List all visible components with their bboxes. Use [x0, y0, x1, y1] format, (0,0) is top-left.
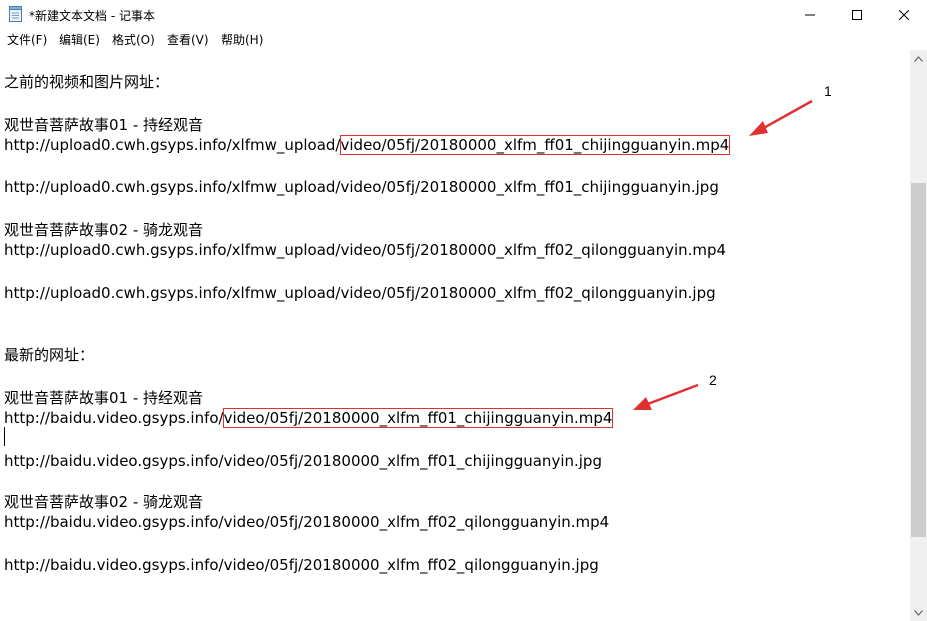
scroll-down-button[interactable]	[910, 604, 927, 621]
annotation-layer	[633, 99, 813, 410]
chevron-down-icon	[914, 609, 923, 616]
annotation-label-2: 2	[709, 372, 717, 388]
vertical-scrollbar[interactable]	[910, 50, 927, 621]
annotation-arrow-2	[644, 383, 699, 407]
annotation-arrowhead-1	[749, 121, 768, 136]
annotation-arrow-1	[759, 99, 813, 132]
scroll-up-button[interactable]	[910, 50, 927, 67]
scroll-thumb[interactable]	[911, 183, 926, 537]
chevron-up-icon	[914, 55, 923, 62]
annotation-label-1: 1	[824, 83, 832, 99]
